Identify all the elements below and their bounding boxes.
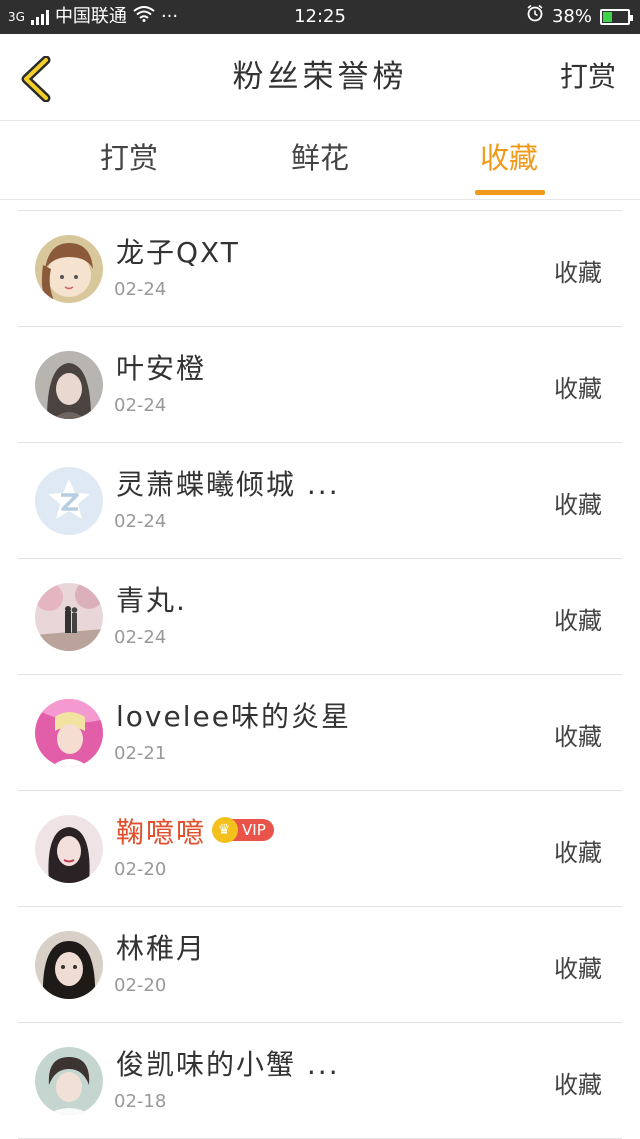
fan-date: 02-18	[114, 1091, 167, 1112]
fan-name: 俊凯味的小蟹 ...	[116, 1048, 340, 1081]
vip-badge: ♛ VIP	[212, 817, 274, 843]
fan-name: 叶安橙	[116, 352, 207, 385]
crown-icon: ♛	[212, 817, 239, 843]
list-item[interactable]: 青丸. 02-24 收藏	[18, 559, 622, 675]
fan-name: 龙子QXT	[116, 236, 240, 269]
fan-action: 收藏	[554, 375, 602, 403]
fan-list: 龙子QXT 02-24 收藏 叶安橙 02-24 收藏 灵萧蝶曦倾城 ... 0…	[18, 210, 622, 1139]
list-item[interactable]: 俊凯味的小蟹 ... 02-18 收藏	[18, 1023, 622, 1139]
fan-action: 收藏	[554, 491, 602, 519]
alarm-icon	[526, 0, 544, 34]
fan-date: 02-24	[114, 511, 167, 532]
battery-percent: 38%	[551, 6, 592, 27]
fan-action: 收藏	[554, 723, 602, 751]
avatar	[35, 583, 103, 651]
page-title: 粉丝荣誉榜	[232, 59, 408, 95]
tab-flowers[interactable]: 鲜花	[255, 121, 385, 199]
tab-bar: 打赏 鲜花 收藏	[0, 121, 640, 200]
fan-date: 02-20	[114, 975, 167, 996]
tab-favorites[interactable]: 收藏	[444, 121, 574, 199]
fan-action: 收藏	[554, 955, 602, 983]
list-item[interactable]: 叶安橙 02-24 收藏	[18, 327, 622, 443]
battery-icon	[600, 9, 633, 25]
list-item[interactable]: 龙子QXT 02-24 收藏	[18, 211, 622, 327]
list-item[interactable]: 灵萧蝶曦倾城 ... 02-24 收藏	[18, 443, 622, 559]
fan-name: 青丸.	[116, 584, 187, 617]
avatar	[35, 699, 103, 767]
avatar	[35, 1047, 103, 1115]
list-item[interactable]: lovelee味的炎星 02-21 收藏	[18, 675, 622, 791]
avatar	[35, 235, 103, 303]
battery-fill	[603, 12, 612, 22]
tab-reward[interactable]: 打赏	[64, 121, 194, 199]
reward-button[interactable]: 打赏	[560, 34, 616, 120]
fan-date: 02-24	[114, 279, 167, 300]
avatar	[35, 815, 103, 883]
fan-name-vip: 鞠噫噫 ♛ VIP	[116, 811, 274, 851]
fan-date: 02-24	[114, 627, 167, 648]
fan-date: 02-24	[114, 395, 167, 416]
status-right: 38%	[526, 0, 633, 34]
fan-date: 02-20	[114, 859, 167, 880]
avatar	[35, 351, 103, 419]
fan-name: 灵萧蝶曦倾城 ...	[116, 468, 340, 501]
list-item[interactable]: 林稚月 02-20 收藏	[18, 907, 622, 1023]
fan-date: 02-21	[114, 743, 167, 764]
list-item[interactable]: 鞠噫噫 ♛ VIP 02-20 收藏	[18, 791, 622, 907]
fan-action: 收藏	[554, 1071, 602, 1099]
fan-name: 林稚月	[116, 932, 207, 965]
avatar	[35, 931, 103, 999]
fan-action: 收藏	[554, 607, 602, 635]
navigation-bar: 粉丝荣誉榜 打赏	[0, 34, 640, 121]
fan-action: 收藏	[554, 259, 602, 287]
avatar	[35, 467, 103, 535]
fan-name: 鞠噫噫	[116, 816, 207, 849]
fan-name: lovelee味的炎星	[116, 700, 351, 733]
fan-action: 收藏	[554, 839, 602, 867]
status-bar: 3G 中国联通 ··· 12:25 38%	[0, 0, 640, 34]
